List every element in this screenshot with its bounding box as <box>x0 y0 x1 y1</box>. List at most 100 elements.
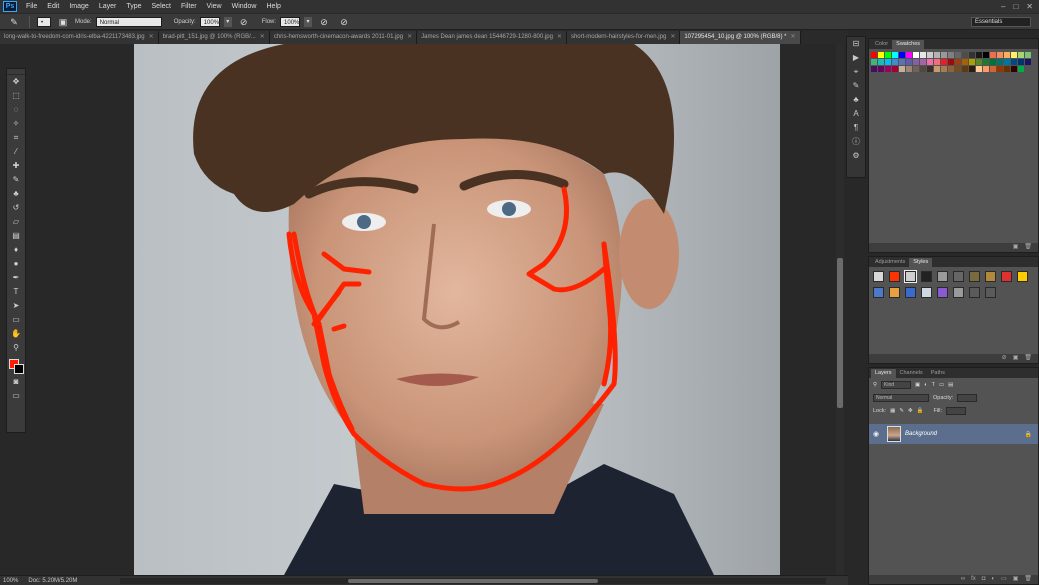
shape-tool-icon[interactable]: ▭ <box>7 313 25 327</box>
menu-type[interactable]: Type <box>121 3 146 10</box>
trash-icon[interactable]: 🗑 <box>1024 243 1032 252</box>
properties-icon[interactable]: ⚙ <box>847 149 865 163</box>
close-icon[interactable]: ✕ <box>1026 2 1033 11</box>
swatch[interactable] <box>976 52 982 58</box>
lock-image-icon[interactable]: ✎ <box>899 408 904 414</box>
background-color-swatch[interactable] <box>14 364 24 374</box>
tab-layers[interactable]: Layers <box>871 369 896 378</box>
document-image[interactable] <box>134 44 780 575</box>
swatch[interactable] <box>962 66 968 72</box>
eraser-tool-icon[interactable]: ▱ <box>7 215 25 229</box>
tab-adjustments[interactable]: Adjustments <box>871 258 909 267</box>
lasso-tool-icon[interactable]: ◌ <box>7 103 25 117</box>
style-preset[interactable] <box>985 271 996 282</box>
trash-icon[interactable]: 🗑 <box>1024 354 1032 363</box>
move-tool-icon[interactable]: ✥ <box>7 75 25 89</box>
style-preset[interactable] <box>889 287 900 298</box>
marquee-tool-icon[interactable]: ⬚ <box>7 89 25 103</box>
history-brush-tool-icon[interactable]: ↺ <box>7 201 25 215</box>
swatch[interactable] <box>990 66 996 72</box>
swatch[interactable] <box>927 66 933 72</box>
swatch[interactable] <box>955 66 961 72</box>
brush-panel-icon[interactable]: ▣ <box>55 16 71 28</box>
mode-select[interactable]: Normal <box>95 16 162 27</box>
layer-opacity-field[interactable] <box>957 393 978 402</box>
menu-filter[interactable]: Filter <box>176 3 202 10</box>
swatch[interactable] <box>906 59 912 65</box>
swatch[interactable] <box>941 52 947 58</box>
swatch[interactable] <box>885 52 891 58</box>
screen-mode-icon[interactable]: ▭ <box>7 389 25 403</box>
swatch[interactable] <box>983 59 989 65</box>
tab-channels[interactable]: Channels <box>896 369 927 378</box>
filter-smart-icon[interactable]: ▤ <box>948 382 953 388</box>
swatch[interactable] <box>948 59 954 65</box>
maximize-icon[interactable]: □ <box>1013 2 1018 11</box>
swatch[interactable] <box>927 52 933 58</box>
swatch[interactable] <box>920 59 926 65</box>
style-preset[interactable] <box>905 287 916 298</box>
trash-icon[interactable]: 🗑 <box>1024 575 1032 584</box>
pressure-opacity-icon[interactable]: ⊘ <box>236 16 252 28</box>
new-style-icon[interactable]: ▣ <box>1013 354 1019 363</box>
flow-field[interactable]: 100% <box>280 16 301 27</box>
vertical-scrollbar[interactable] <box>836 44 844 575</box>
type-tool-icon[interactable]: T <box>7 285 25 299</box>
paragraph-icon[interactable]: ¶ <box>847 121 865 135</box>
actions-icon[interactable]: ▶ <box>847 51 865 65</box>
brush-tool-icon[interactable]: ✎ <box>7 173 25 187</box>
swatch[interactable] <box>997 66 1003 72</box>
swatch[interactable] <box>871 59 877 65</box>
eye-icon[interactable]: ◉ <box>873 430 883 438</box>
swatch[interactable] <box>906 66 912 72</box>
close-icon[interactable]: ✕ <box>149 31 154 44</box>
hand-tool-icon[interactable]: ✋ <box>7 327 25 341</box>
swatch[interactable] <box>871 66 877 72</box>
link-icon[interactable]: ∞ <box>961 575 965 584</box>
fx-icon[interactable]: fx <box>971 575 976 584</box>
style-preset[interactable] <box>873 287 884 298</box>
style-preset[interactable] <box>953 271 964 282</box>
tool-presets-icon[interactable]: ⌖ <box>847 65 865 79</box>
healing-brush-tool-icon[interactable]: ✚ <box>7 159 25 173</box>
tab-document-active[interactable]: 107295454_10.jpg @ 100% (RGB/8) * ✕ <box>680 31 801 44</box>
blur-tool-icon[interactable]: ♦ <box>7 243 25 257</box>
swatch[interactable] <box>1025 59 1031 65</box>
scrollbar-thumb[interactable] <box>837 258 843 408</box>
swatch[interactable] <box>899 52 905 58</box>
adjustment-icon[interactable]: ◐ <box>991 575 995 584</box>
style-preset[interactable] <box>969 287 980 298</box>
tab-paths[interactable]: Paths <box>927 369 949 378</box>
swatch[interactable] <box>962 52 968 58</box>
close-icon[interactable]: ✕ <box>260 31 265 44</box>
folder-icon[interactable]: ▭ <box>1001 575 1007 584</box>
swatch[interactable] <box>990 59 996 65</box>
swatch[interactable] <box>1004 59 1010 65</box>
zoom-tool-icon[interactable]: ⚲ <box>7 341 25 355</box>
style-preset[interactable] <box>1001 271 1012 282</box>
clone-source-icon[interactable]: ♣ <box>847 93 865 107</box>
swatch[interactable] <box>1011 59 1017 65</box>
style-preset[interactable] <box>953 287 964 298</box>
tab-document-3[interactable]: chris-hemsworth-cinemacon-awards 2011-01… <box>269 31 418 44</box>
swatch[interactable] <box>892 52 898 58</box>
swatch[interactable] <box>878 59 884 65</box>
swatch[interactable] <box>1004 66 1010 72</box>
swatch[interactable] <box>955 59 961 65</box>
swatch[interactable] <box>990 52 996 58</box>
swatch[interactable] <box>899 59 905 65</box>
close-icon[interactable]: ✕ <box>791 31 796 44</box>
swatch[interactable] <box>913 59 919 65</box>
swatch[interactable] <box>1018 59 1024 65</box>
swatch[interactable] <box>885 59 891 65</box>
doc-size[interactable]: Doc: 5.20M/5.20M <box>28 578 77 584</box>
crop-tool-icon[interactable]: ⌗ <box>7 131 25 145</box>
swatch[interactable] <box>1004 52 1010 58</box>
menu-window[interactable]: Window <box>227 3 262 10</box>
mask-icon[interactable]: ◘ <box>982 575 986 584</box>
tab-document-2[interactable]: brad-pitt_151.jpg @ 100% (RGB/... ✕ <box>158 31 270 44</box>
style-preset[interactable] <box>921 271 932 282</box>
swatch[interactable] <box>885 66 891 72</box>
zoom-level[interactable]: 100% <box>3 578 18 584</box>
swatch[interactable] <box>955 52 961 58</box>
